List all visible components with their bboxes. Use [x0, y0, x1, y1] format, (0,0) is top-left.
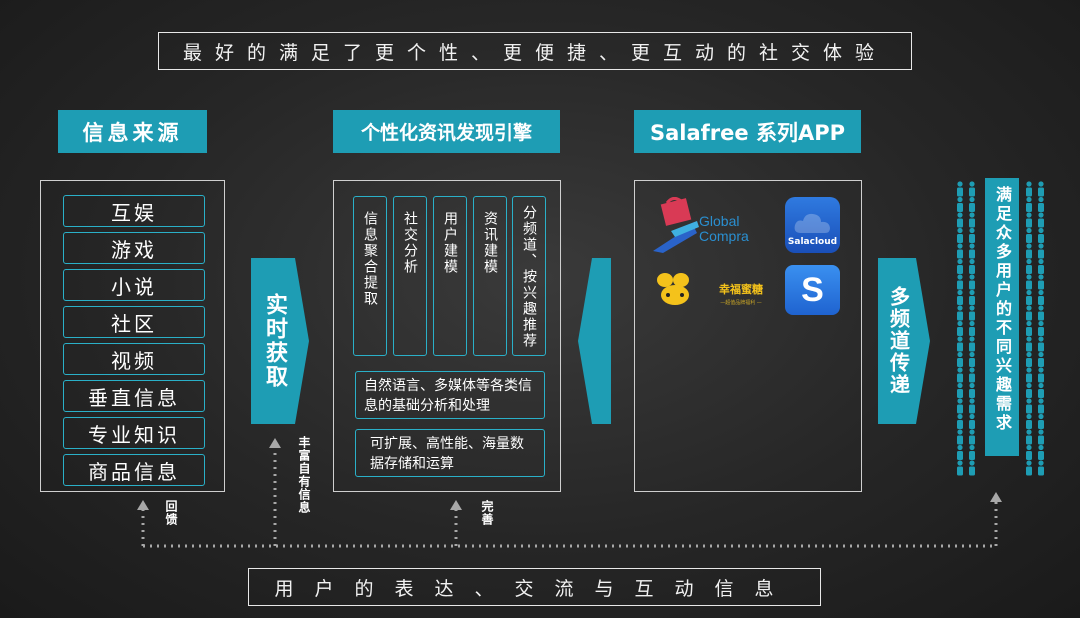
label-enrich-text: 丰富自有信息 [297, 436, 311, 514]
label-enrich: 丰富自有信息 [296, 436, 313, 518]
bottom-banner: 用户的表达、交流与互动信息 [248, 568, 821, 606]
label-feedback: 回馈 [163, 500, 180, 530]
label-feedback-text: 回馈 [164, 500, 178, 526]
feedback-loop [137, 438, 1002, 548]
bottom-banner-text: 用户的表达、交流与互动信息 [274, 577, 795, 600]
label-improve: 完善 [479, 500, 496, 530]
label-improve-text: 完善 [480, 500, 494, 526]
